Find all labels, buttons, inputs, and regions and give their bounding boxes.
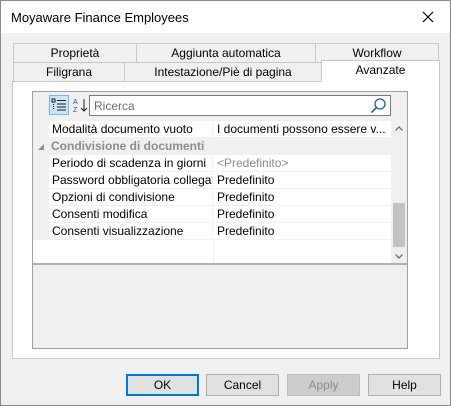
row-margin xyxy=(33,206,49,223)
tab-avanzate[interactable]: Avanzate xyxy=(321,60,440,82)
scroll-up-button[interactable] xyxy=(391,121,407,135)
svg-text:A: A xyxy=(73,99,78,106)
cancel-button[interactable]: Cancel xyxy=(206,374,279,396)
tab-label: Filigrana xyxy=(45,65,93,79)
property-name: Consenti visualizzazione xyxy=(49,223,213,240)
vertical-scrollbar[interactable] xyxy=(391,121,407,263)
property-name: Consenti modifica xyxy=(49,206,213,223)
property-value[interactable]: I documenti possono essere v... xyxy=(214,121,391,138)
tab-panel-avanzate: A Z Ricerca Modalità documento vuoto I d… xyxy=(12,81,440,359)
collapse-chevron-icon[interactable] xyxy=(37,143,45,151)
window-title: Moyaware Finance Employees xyxy=(11,10,189,25)
property-value[interactable]: Predefinito xyxy=(214,189,391,206)
grid-row[interactable]: Consenti visualizzazione Predefinito xyxy=(33,223,391,240)
tab-filigrana[interactable]: Filigrana xyxy=(13,62,125,82)
property-name: Opzioni di condivisione xyxy=(49,189,213,206)
sort-az-icon: A Z xyxy=(73,99,88,113)
scroll-thumb[interactable] xyxy=(393,203,405,247)
property-name: Modalità documento vuoto xyxy=(49,121,213,138)
description-pane xyxy=(33,263,407,348)
tab-proprieta[interactable]: Proprietà xyxy=(13,43,137,63)
tab-label: Avanzate xyxy=(355,63,406,77)
scroll-down-button[interactable] xyxy=(391,249,407,263)
close-icon xyxy=(422,11,434,23)
svg-text:Z: Z xyxy=(73,107,78,113)
search-input[interactable] xyxy=(90,96,365,115)
tab-label: Intestazione/Piè di pagina xyxy=(154,65,292,79)
alphabetical-view-button[interactable]: A Z xyxy=(71,95,91,115)
chevron-up-icon xyxy=(395,125,403,131)
property-name: Periodo di scadenza in giorni xyxy=(49,155,213,172)
title-bar: Moyaware Finance Employees xyxy=(1,1,450,33)
row-margin xyxy=(33,189,49,206)
grid-category-row[interactable]: Condivisione di documenti xyxy=(33,138,391,155)
tab-aggiunta-automatica[interactable]: Aggiunta automatica xyxy=(136,43,316,63)
grid-row[interactable]: Modalità documento vuoto I documenti pos… xyxy=(33,121,391,138)
grid-row[interactable]: Opzioni di condivisione Predefinito xyxy=(33,189,391,206)
category-label: Condivisione di documenti xyxy=(51,139,205,153)
property-value[interactable]: Predefinito xyxy=(214,206,391,223)
tab-label: Aggiunta automatica xyxy=(171,46,281,60)
dialog-window: Moyaware Finance Employees Proprietà Agg… xyxy=(0,0,451,406)
property-value[interactable]: <Predefinito> xyxy=(214,155,391,172)
grid-row[interactable]: Password obbligatoria collega... Predefi… xyxy=(33,172,391,189)
tab-label: Workflow xyxy=(352,46,402,60)
property-grid-rows: Modalità documento vuoto I documenti pos… xyxy=(33,121,391,263)
help-button[interactable]: Help xyxy=(368,374,441,396)
row-margin xyxy=(33,155,49,172)
tab-label: Proprietà xyxy=(50,46,100,60)
ok-button[interactable]: OK xyxy=(126,374,199,396)
grid-empty-area xyxy=(33,240,214,263)
property-value[interactable]: Predefinito xyxy=(214,172,391,189)
chevron-down-icon xyxy=(395,253,403,259)
property-grid: A Z Ricerca Modalità documento vuoto I d… xyxy=(32,91,408,349)
property-value[interactable]: Predefinito xyxy=(214,223,391,240)
property-name: Password obbligatoria collega... xyxy=(49,172,213,189)
search-icon[interactable] xyxy=(370,97,387,117)
categorized-view-button[interactable] xyxy=(49,95,69,115)
row-margin xyxy=(33,172,49,189)
row-margin xyxy=(33,121,49,138)
grid-row[interactable]: Consenti modifica Predefinito xyxy=(33,206,391,223)
tab-intestazione-pie-di-pagina[interactable]: Intestazione/Piè di pagina xyxy=(124,62,322,82)
row-margin xyxy=(33,223,49,240)
categorized-icon xyxy=(51,98,66,111)
property-grid-toolbar: A Z xyxy=(33,92,407,118)
grid-row[interactable]: Periodo di scadenza in giorni <Predefini… xyxy=(33,155,391,172)
apply-button[interactable]: Apply xyxy=(287,374,360,396)
close-button[interactable] xyxy=(406,1,450,33)
search-field[interactable] xyxy=(89,95,391,116)
